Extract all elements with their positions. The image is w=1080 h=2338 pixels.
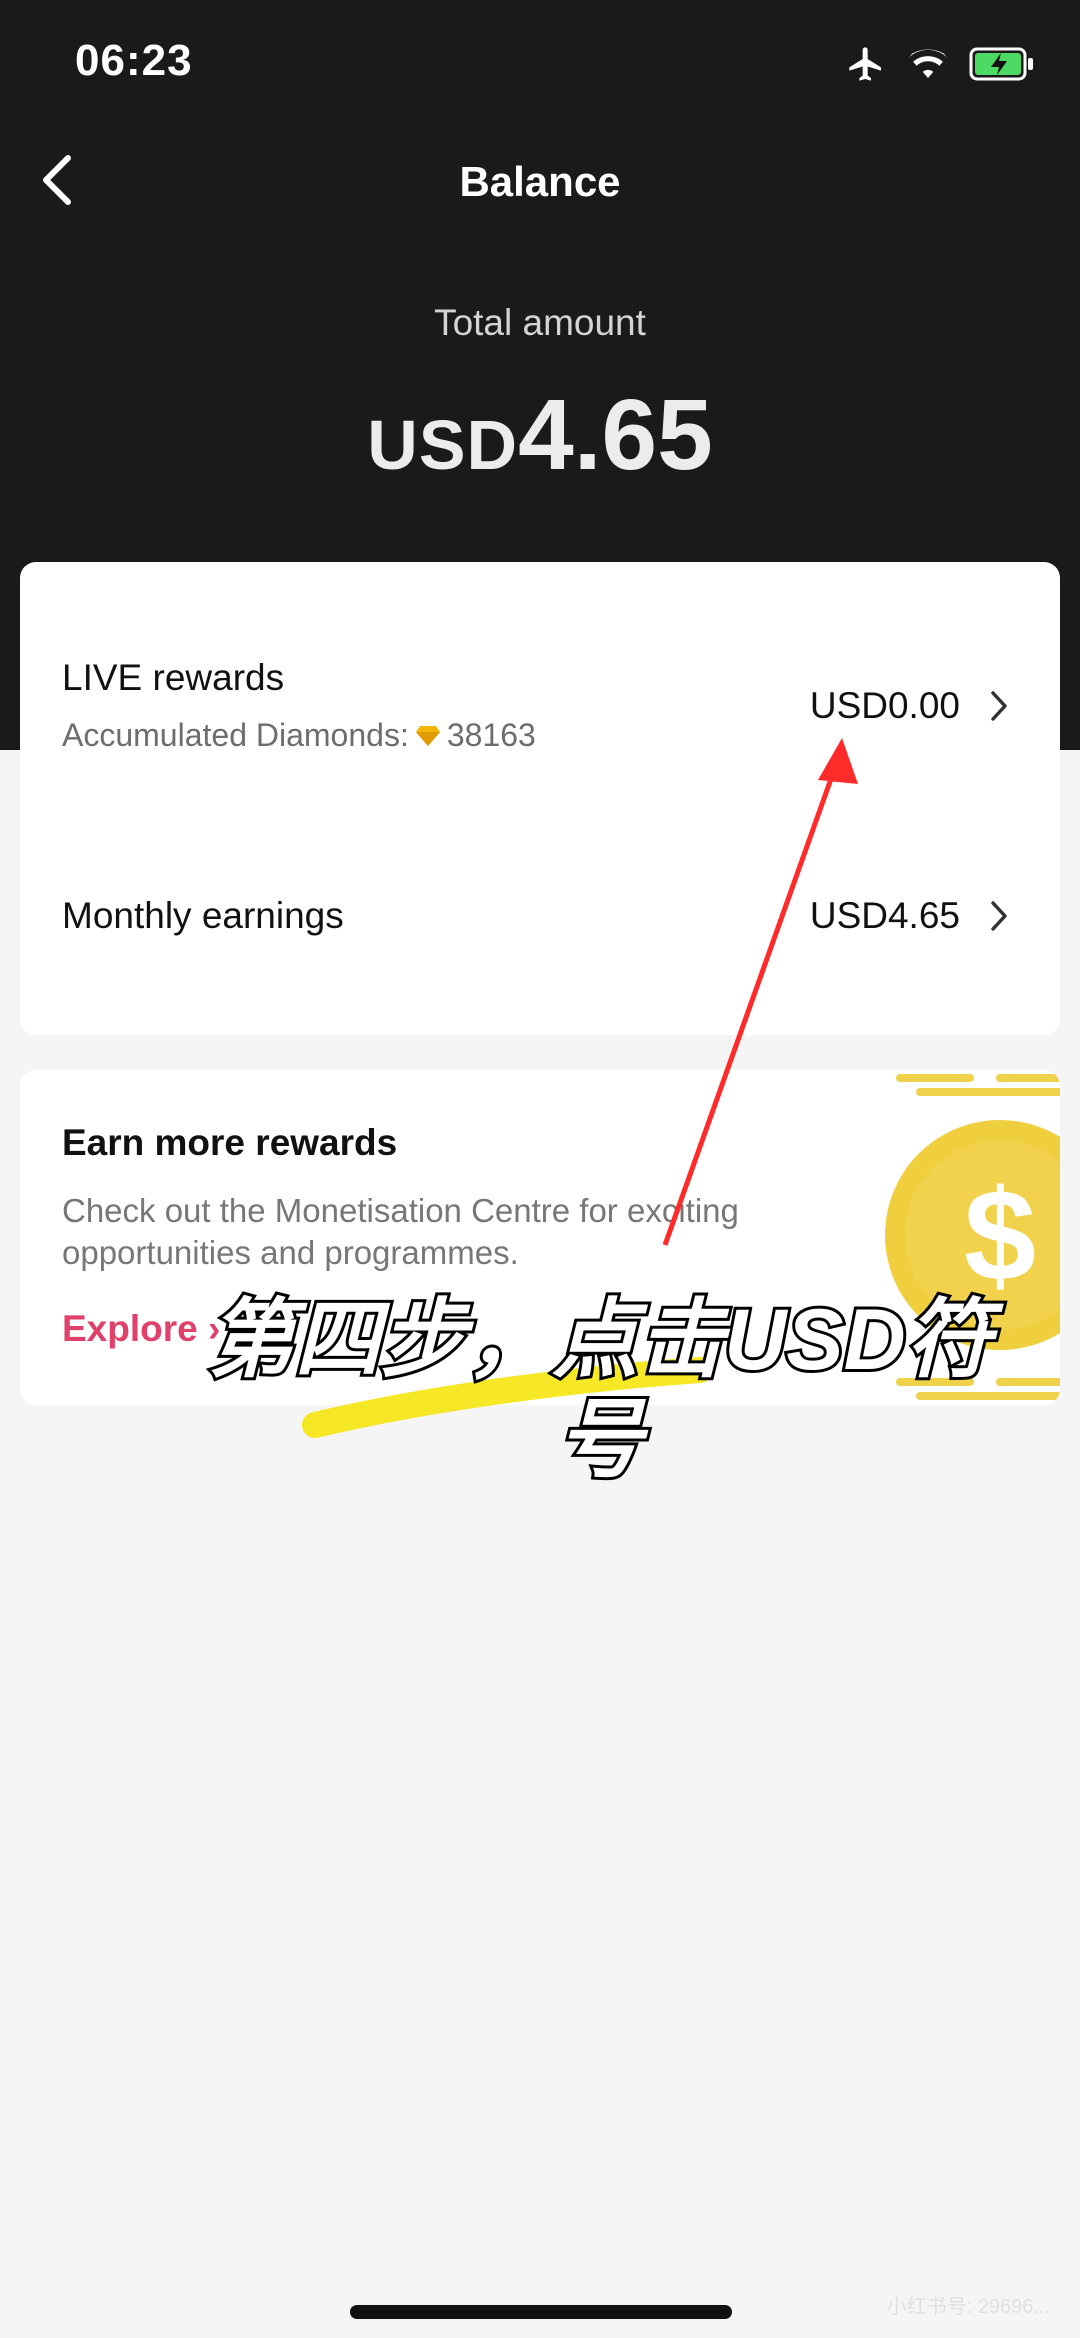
monthly-earnings-title: Monthly earnings [62, 895, 344, 936]
monthly-earnings-value[interactable]: USD4.65 [810, 895, 960, 937]
airplane-icon [849, 47, 881, 81]
chevron-right-icon [991, 691, 1007, 721]
diamonds-count: 38163 [446, 717, 536, 753]
earn-more-description: Check out the Monetisation Centre for ex… [62, 1192, 739, 1271]
home-indicator[interactable] [350, 2305, 732, 2319]
status-time: 06:23 [75, 36, 193, 85]
tutorial-caption: 第四步，点击USD符号 [205, 1289, 995, 1491]
total-amount: 4.65 [518, 379, 713, 491]
explore-label: Explore [62, 1308, 198, 1349]
chevron-right-icon [991, 901, 1007, 931]
monthly-earnings-row[interactable]: Monthly earnings USD4.65 [20, 862, 1060, 982]
live-rewards-title: LIVE rewards [62, 657, 285, 698]
total-amount-value: USD4.65 [0, 378, 1080, 493]
live-rewards-row[interactable]: LIVE rewards Accumulated Diamonds: 38163… [20, 657, 1060, 797]
wifi-icon [908, 49, 948, 78]
page-title: Balance [459, 158, 621, 205]
live-rewards-value[interactable]: USD0.00 [810, 685, 960, 727]
earn-more-title: Earn more rewards [62, 1122, 398, 1163]
status-icons [845, 44, 1035, 84]
svg-text:$: $ [964, 1162, 1036, 1308]
total-amount-label: Total amount [434, 302, 646, 343]
status-bar: 06:23 [0, 0, 1080, 130]
balance-card: LIVE rewards Accumulated Diamonds: 38163… [20, 562, 1060, 1035]
total-currency: USD [367, 406, 519, 484]
diamond-icon [415, 725, 440, 746]
watermark: 小红书号: 29696... [886, 2296, 1050, 2318]
battery-charging-icon [969, 47, 1033, 81]
nav-bar: Balance [0, 130, 1080, 235]
diamonds-label: Accumulated Diamonds: [62, 717, 409, 753]
accumulated-diamonds: Accumulated Diamonds: 38163 [62, 717, 536, 754]
